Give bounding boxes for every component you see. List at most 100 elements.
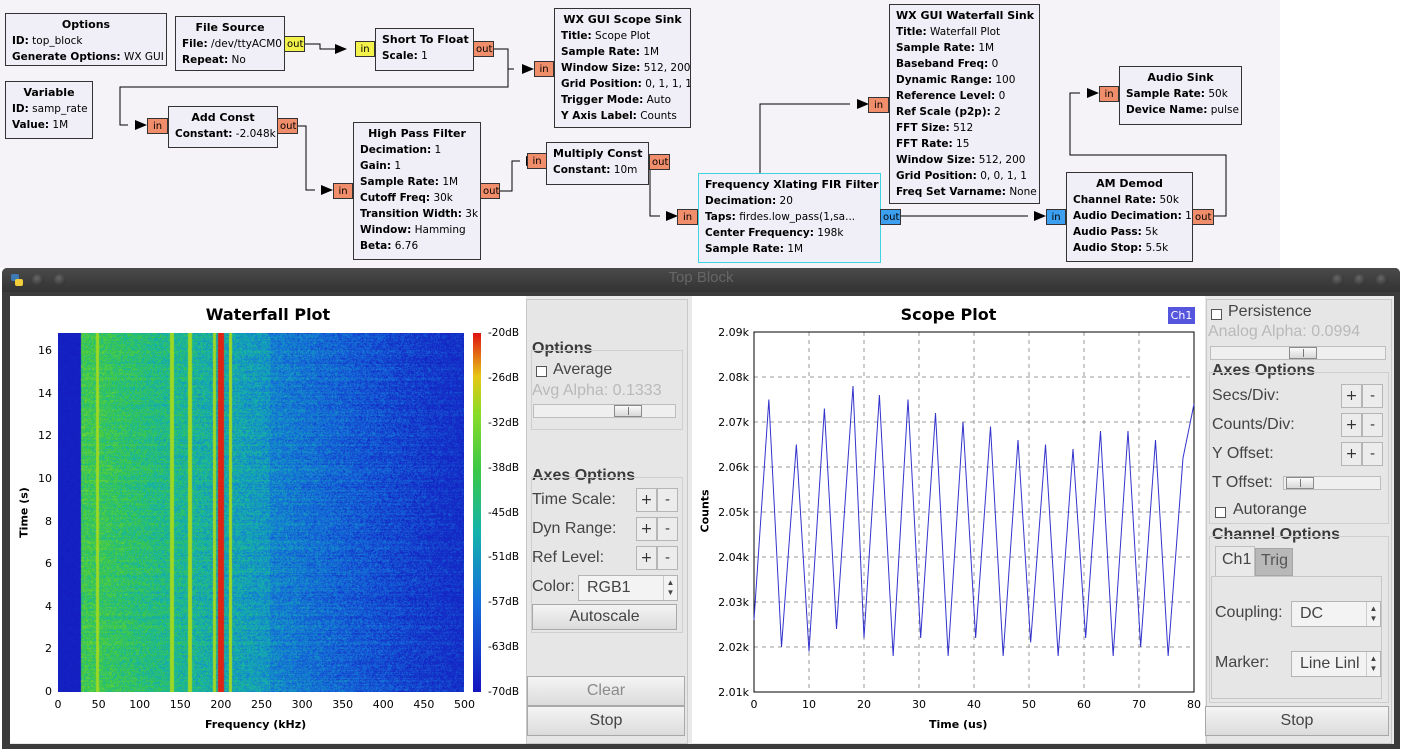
- param-value: pulse: [1210, 104, 1239, 116]
- maximize-button[interactable]: [1354, 274, 1366, 286]
- slider-knob[interactable]: [1286, 477, 1314, 489]
- waterfall-plot[interactable]: Waterfall Plot Frequency (kHz) Time (s) …: [10, 296, 526, 743]
- param-value: Scope Plot: [595, 30, 651, 42]
- ref-level-plus-button[interactable]: +: [636, 546, 657, 570]
- param-value: 15: [956, 138, 970, 150]
- param-value: 1: [434, 144, 442, 156]
- persistence-label: Persistence: [1228, 303, 1312, 320]
- block-multiply-const[interactable]: Multiply Const Constant: 10m: [546, 142, 649, 185]
- port-out[interactable]: out: [880, 209, 901, 225]
- block-options[interactable]: Options ID: top_block Generate Options: …: [5, 13, 167, 66]
- param-value: 5.5k: [1145, 242, 1169, 254]
- port-in[interactable]: in: [677, 209, 698, 225]
- ref-level-minus-button[interactable]: -: [657, 546, 678, 570]
- block-am-demod[interactable]: AM Demod Channel Rate: 50k Audio Decimat…: [1066, 172, 1193, 262]
- waterfall-controls-panel: Options Average Avg Alpha: 0.1333 Axes O…: [526, 299, 688, 744]
- y-tick-label: 2.01k: [718, 686, 749, 699]
- y-offset-minus-button[interactable]: -: [1362, 442, 1383, 466]
- average-checkbox[interactable]: [536, 366, 547, 377]
- persistence-checkbox[interactable]: [1211, 309, 1222, 320]
- port-in[interactable]: in: [147, 118, 168, 134]
- color-select-value: RGB1: [587, 579, 631, 596]
- slider-knob[interactable]: [614, 405, 642, 417]
- block-waterfall-sink[interactable]: WX GUI Waterfall Sink Title: Waterfall P…: [889, 4, 1040, 204]
- port-in[interactable]: in: [1099, 86, 1119, 102]
- secs-div-plus-button[interactable]: +: [1341, 384, 1362, 408]
- param-key: Title:: [561, 30, 592, 42]
- y-offset-plus-button[interactable]: +: [1341, 442, 1362, 466]
- scope-stop-button[interactable]: Stop: [1205, 706, 1389, 736]
- waterfall-title: Waterfall Plot: [205, 305, 331, 324]
- param-value: 0, 1, 1, 1: [645, 78, 691, 90]
- x-tick-label: 450: [413, 698, 435, 711]
- color-select[interactable]: RGB1 ▲ ▼: [578, 575, 678, 601]
- param-key: Sample Rate:: [896, 42, 975, 54]
- clear-button[interactable]: Clear: [527, 676, 685, 706]
- y-tick-label: 16: [38, 344, 52, 358]
- tab-trig-label: Trig: [1261, 552, 1288, 569]
- block-short-to-float[interactable]: Short To Float Scale: 1: [375, 28, 474, 71]
- param-key: Repeat:: [182, 54, 229, 66]
- param-value: 2: [994, 106, 1001, 118]
- param-value: Hamming: [414, 224, 466, 236]
- counts-div-minus-button[interactable]: -: [1362, 413, 1383, 437]
- param-value: 1M: [442, 176, 459, 188]
- scope-plot[interactable]: Scope Plot Ch1 0 10 20 30 40 50 60 70 80 2.01k 2.0…: [692, 296, 1205, 743]
- dyn-range-plus-button[interactable]: +: [636, 517, 657, 541]
- time-scale-plus-button[interactable]: +: [636, 488, 657, 512]
- coupling-select-value: DC: [1300, 605, 1324, 622]
- port-in[interactable]: in: [1046, 209, 1066, 225]
- avg-alpha-slider[interactable]: [533, 404, 676, 418]
- marker-select[interactable]: Line Linl ▲ ▼: [1291, 651, 1381, 677]
- port-in[interactable]: in: [333, 183, 353, 199]
- minimize-button[interactable]: [1332, 274, 1344, 286]
- block-scope-sink[interactable]: WX GUI Scope Sink Title: Scope Plot Samp…: [554, 8, 691, 128]
- port-out[interactable]: out: [480, 183, 500, 199]
- param-key: Sample Rate:: [360, 176, 439, 188]
- port-out[interactable]: out: [284, 36, 305, 52]
- block-audio-sink[interactable]: Audio Sink Sample Rate: 50k Device Name:…: [1119, 66, 1242, 125]
- autorange-checkbox[interactable]: [1215, 507, 1226, 518]
- block-freq-xlating-fir-filter[interactable]: Frequency Xlating FIR Filter Decimation:…: [698, 173, 881, 263]
- block-variable[interactable]: Variable ID: samp_rate Value: 1M: [5, 81, 93, 139]
- colorbar-tick-label: -38dB: [488, 461, 520, 474]
- param-key: Baseband Freq:: [896, 58, 989, 70]
- counts-div-plus-button[interactable]: +: [1341, 413, 1362, 437]
- window-titlebar[interactable]: Top Block: [2, 268, 1400, 292]
- block-file-source[interactable]: File Source File: /dev/ttyACM0 Repeat: N…: [175, 16, 285, 71]
- port-out[interactable]: out: [277, 118, 298, 134]
- param-key: Decimation:: [360, 144, 432, 156]
- tab-ch1[interactable]: Ch1: [1215, 546, 1255, 576]
- port-out[interactable]: out: [473, 41, 494, 57]
- coupling-select[interactable]: DC ▲ ▼: [1291, 601, 1381, 627]
- time-scale-minus-button[interactable]: -: [657, 488, 678, 512]
- secs-div-minus-button[interactable]: -: [1362, 384, 1383, 408]
- port-in[interactable]: in: [527, 153, 547, 169]
- block-title: WX GUI Scope Sink: [563, 13, 682, 26]
- y-tick-label: 2.03k: [718, 596, 749, 609]
- waterfall-image: [58, 333, 464, 692]
- autoscale-button[interactable]: Autoscale: [532, 604, 677, 630]
- param-key: Sample Rate:: [561, 46, 640, 58]
- tab-trig[interactable]: Trig: [1255, 548, 1293, 576]
- param-value: 1: [1185, 210, 1192, 222]
- analog-alpha-slider[interactable]: [1210, 346, 1386, 360]
- close-button[interactable]: [1376, 274, 1388, 286]
- x-tick-label: 100: [129, 698, 151, 711]
- port-out[interactable]: out: [1192, 209, 1214, 225]
- y-tick-label: 6: [45, 557, 52, 571]
- param-value: 512: [953, 122, 974, 134]
- port-out[interactable]: out: [649, 154, 670, 170]
- port-in[interactable]: in: [868, 97, 889, 113]
- param-key: Center Frequency:: [705, 227, 814, 239]
- port-in[interactable]: in: [355, 41, 375, 57]
- block-add-const[interactable]: Add Const Constant: -2.048k: [168, 106, 278, 148]
- y-tick-label: 4: [45, 599, 52, 613]
- t-offset-slider[interactable]: [1283, 476, 1381, 490]
- dyn-range-minus-button[interactable]: -: [657, 517, 678, 541]
- block-high-pass-filter[interactable]: High Pass Filter Decimation: 1 Gain: 1 S…: [353, 122, 481, 260]
- waterfall-stop-button[interactable]: Stop: [527, 706, 685, 736]
- port-in[interactable]: in: [534, 61, 554, 77]
- slider-knob[interactable]: [1289, 347, 1317, 359]
- param-value: samp_rate: [32, 103, 88, 115]
